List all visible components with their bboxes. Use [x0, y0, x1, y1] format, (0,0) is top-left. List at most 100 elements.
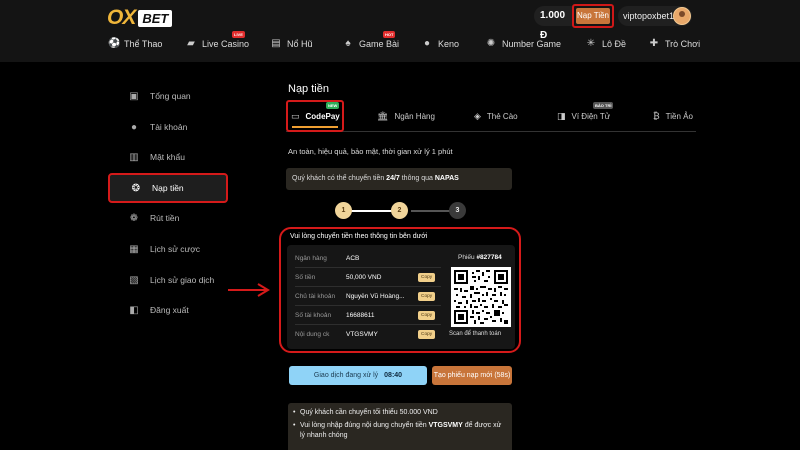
transfer-card: Ngân hàng ACB Số tiền 50,000 VND Copy Ch…: [287, 245, 515, 349]
transfer-title: Vui lòng chuyển tiền theo thông tin bên …: [290, 233, 428, 240]
row-label: Ngân hàng: [295, 254, 327, 262]
sidebar-item-tong-quan[interactable]: ▣ Tổng quan: [108, 82, 228, 110]
deposit-button-label: Nạp Tiền: [576, 8, 610, 24]
napas-text-mid: thông qua: [399, 175, 435, 182]
gamepad-icon: ✚: [649, 38, 659, 49]
transaction-processing-button[interactable]: Giao dịch đang xử lý 08:40: [289, 366, 427, 385]
row-label: Số tài khoản: [295, 311, 332, 319]
nav-item-no-hu[interactable]: ▤ Nổ Hũ: [271, 38, 313, 49]
row-label: Chủ tài khoản: [295, 292, 336, 300]
row-bank: Ngân hàng ACB: [295, 249, 455, 267]
sidebar-item-tai-khoan[interactable]: ● Tài khoản: [108, 113, 228, 141]
step-2: 2: [391, 202, 408, 219]
copy-amount-button[interactable]: Copy: [418, 272, 436, 282]
sidebar-item-dang-xuat[interactable]: ◧ Đăng xuất: [108, 296, 228, 324]
nav-label: Lô Đề: [602, 38, 627, 49]
number-ball-icon: ✺: [486, 38, 496, 49]
sidebar-item-nap-tien[interactable]: ❂ Nạp tiền: [108, 173, 228, 203]
nav-label: Nổ Hũ: [287, 38, 313, 49]
copy-account-button[interactable]: Copy: [418, 310, 436, 320]
tab-codepay[interactable]: ▭ CodePay: [291, 111, 340, 122]
row-value[interactable]: 16688611: [346, 312, 418, 319]
note-text: Vui lòng nhập đúng nội dung chuyển tiền: [300, 422, 429, 429]
nav-label: Live Casino: [202, 38, 250, 49]
tab-label: Thẻ Cào: [486, 112, 518, 121]
tab-the-cao[interactable]: ◈ Thẻ Cào: [474, 111, 518, 122]
oxbet-logo[interactable]: OX BET: [107, 6, 173, 30]
sidebar-item-lich-su-cuoc[interactable]: ▦ Lịch sử cược: [108, 235, 228, 263]
qr-code-icon: [454, 270, 508, 324]
nav-label: Trò Chơi: [665, 38, 701, 49]
nav-item-number-game[interactable]: ✺ Number Game: [486, 38, 561, 49]
row-value[interactable]: ACB: [346, 255, 418, 262]
nav-item-lo-de[interactable]: ✳ Lô Đề: [586, 38, 626, 49]
main-nav: ⚽ Thể Thao ▰ Live Casino LIVE ▤ Nổ Hũ ♠ Game…: [108, 31, 700, 54]
soccer-ball-icon: ⚽: [108, 38, 121, 49]
row-content: Nội dung ck VTGSVMY Copy: [295, 325, 455, 343]
header-deposit-button[interactable]: Nạp Tiền: [572, 4, 614, 28]
row-label: Nội dung ck: [295, 330, 330, 338]
scan-to-pay-label: Scan để thanh toán: [449, 331, 502, 337]
hot-badge: HOT: [383, 31, 396, 38]
row-value[interactable]: VTGSVMY: [346, 331, 418, 338]
withdraw-icon: ❁: [129, 212, 139, 224]
tab-tien-ao[interactable]: ₿ Tiền Ảo: [653, 111, 693, 121]
nav-item-tro-choi[interactable]: ✚ Trò Chơi: [649, 38, 700, 49]
tab-label: Tiền Ảo: [665, 111, 693, 121]
sidebar-item-rut-tien[interactable]: ❁ Rút tiền: [108, 204, 228, 232]
maintenance-badge: BẢO TRÌ: [593, 102, 614, 109]
row-account-number: Số tài khoản 16688611 Copy: [295, 306, 455, 324]
keno-ball-icon: ●: [423, 38, 431, 49]
nav-item-keno[interactable]: ● Keno: [422, 38, 459, 49]
ticket-id: Phiếu #827784: [458, 254, 502, 261]
header: OX BET 1.000 Đ Nạp Tiền viptopoxbet1 ⚽ Th…: [0, 0, 800, 62]
note-text: Quý khách cần chuyển tối thiểu 50.000 VN…: [300, 409, 438, 416]
logo-bet: BET: [138, 9, 173, 27]
countdown-timer: 08:40: [384, 372, 403, 379]
create-new-ticket-button[interactable]: Tạo phiếu nạp mới (58s): [432, 366, 512, 385]
live-badge: LIVE: [232, 31, 245, 38]
nav-label: Thể Thao: [124, 38, 163, 49]
step-1: 1: [335, 202, 352, 219]
sidebar-item-label: Lịch sử giao dịch: [150, 275, 215, 285]
copy-content-button[interactable]: Copy: [418, 329, 436, 339]
tab-vi-dien-tu[interactable]: ◨ Ví Điện Tử: [557, 111, 610, 122]
nav-label: Game Bài: [359, 38, 400, 49]
tab-ngan-hang[interactable]: 🏛 Ngân Hàng: [377, 111, 435, 122]
nav-item-live-casino[interactable]: ▰ Live Casino LIVE: [186, 31, 250, 49]
spade-icon: ♠: [345, 38, 351, 49]
progress-steps: 1 2 3: [333, 202, 467, 220]
sidebar-item-lich-su-giao-dich[interactable]: ▧ Lịch sử giao dịch: [108, 266, 228, 294]
sidebar-item-label: Lịch sử cược: [150, 244, 201, 254]
qr-code[interactable]: [451, 267, 511, 327]
napas-info: Quý khách có thể chuyển tiền 24/7 thông …: [286, 168, 512, 190]
ticket-number: #827784: [476, 254, 502, 261]
nav-label: Keno: [438, 38, 460, 49]
copy-holder-button[interactable]: Copy: [418, 291, 436, 301]
avatar[interactable]: [673, 7, 691, 25]
mask-icon: ▰: [187, 38, 195, 49]
processing-label: Giao dịch đang xử lý: [313, 372, 379, 379]
red-arrow-icon: [228, 283, 270, 297]
lottery-icon: ✳: [586, 38, 596, 49]
nav-item-the-thao[interactable]: ⚽ Thể Thao: [108, 38, 162, 49]
deposit-icon: ❂: [131, 182, 141, 194]
row-value[interactable]: Nguyễn Vũ Hoàng...: [346, 293, 418, 300]
notes-box: Quý khách cần chuyển tối thiểu 50.000 VN…: [288, 403, 512, 450]
lock-icon: ▥: [129, 151, 139, 163]
ticket-label: Phiếu: [458, 254, 477, 261]
note-item: Vui lòng nhập đúng nội dung chuyển tiền …: [293, 421, 506, 441]
row-label: Số tiền: [295, 273, 316, 281]
note-code: VTGSVMY: [428, 422, 463, 429]
sidebar-item-mat-khau[interactable]: ▥ Mật khẩu: [108, 143, 228, 171]
card-icon: ▭: [291, 111, 300, 121]
transfer-info-box: Vui lòng chuyển tiền theo thông tin bên …: [279, 227, 521, 353]
tab-label: CodePay: [305, 112, 340, 121]
scratch-card-icon: ◈: [474, 111, 481, 121]
logo-ox: OX: [107, 6, 136, 29]
new-badge: NEW: [326, 102, 340, 109]
row-account-holder: Chủ tài khoản Nguyễn Vũ Hoàng... Copy: [295, 287, 455, 305]
nav-item-game-bai[interactable]: ♠ Game Bài HOT: [343, 31, 400, 49]
row-value[interactable]: 50,000 VND: [346, 274, 418, 281]
sidebar-item-label: Nạp tiền: [152, 183, 184, 193]
